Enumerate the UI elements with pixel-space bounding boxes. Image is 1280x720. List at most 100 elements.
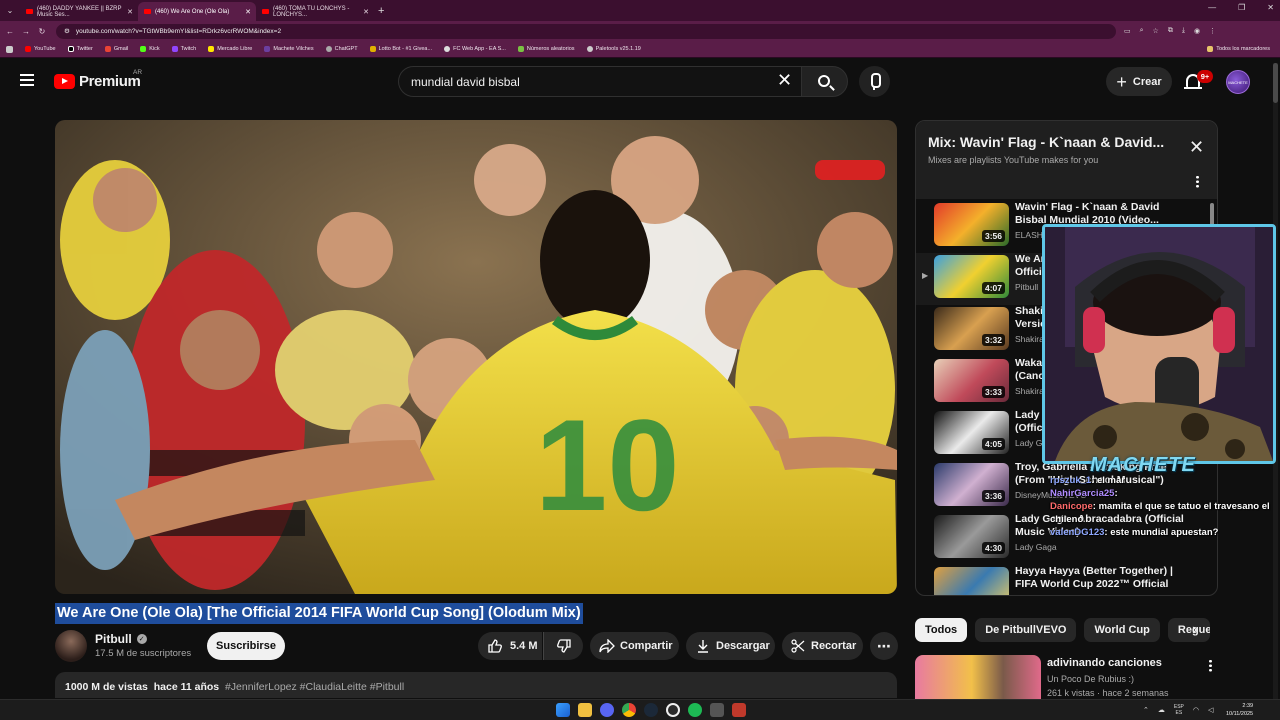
mix-subtitle: Mixes are playlists YouTube makes for yo… [928, 155, 1099, 165]
voice-search-button[interactable] [859, 66, 890, 97]
more-actions-icon[interactable]: ⋯ [870, 632, 898, 660]
recommended-video[interactable]: adivinando canciones Un Poco De Rubius :… [915, 653, 1215, 699]
bookmark-gmail[interactable]: Gmail [104, 46, 128, 52]
bookmark-machete-vilches[interactable]: Machete Vilches [264, 46, 314, 52]
network-icon[interactable]: ☁ [1158, 706, 1165, 714]
bookmark-lotto-bot[interactable]: Lotto Bot - #1 Givea... [369, 46, 432, 52]
create-button[interactable]: + Crear [1106, 67, 1172, 96]
chevron-right-icon[interactable]: › [1192, 622, 1197, 638]
channel-avatar[interactable] [55, 630, 87, 662]
spotify-icon[interactable] [688, 703, 702, 717]
browser-tab-1[interactable]: (460) DADDY YANKEE || BZRP Music Ses... ✕ [20, 2, 138, 21]
tab-search-icon[interactable]: ⌄ [0, 6, 20, 15]
subscriber-count: 17.5 M de suscriptores [95, 648, 192, 659]
steam-icon[interactable] [644, 703, 658, 717]
windows-taskbar: ⌃ ☁ ESP ES ◠ ◁ 2:39 10/11/2025 [0, 699, 1280, 720]
bookmark-twitter[interactable]: Twitter [67, 46, 93, 52]
youtube-premium-logo[interactable]: Premium AR [54, 69, 142, 90]
back-icon[interactable]: ← [4, 27, 16, 36]
more-options-icon[interactable] [1209, 659, 1212, 672]
youtube-favicon-icon [262, 9, 269, 14]
video-player[interactable]: 10 [55, 120, 897, 594]
downloads-icon[interactable]: ⤓ [1182, 27, 1185, 35]
verified-icon: ✓ [136, 634, 147, 644]
account-avatar[interactable]: MACHETE [1226, 70, 1250, 94]
xbox-icon[interactable] [666, 703, 680, 717]
youtube-logo-icon [54, 74, 75, 89]
language-indicator[interactable]: ESP ES [1174, 704, 1184, 716]
hashtags[interactable]: #JenniferLopez #ClaudiaLeitte #Pitbull [225, 681, 404, 693]
clip-button[interactable]: Recortar [782, 632, 863, 660]
system-tray: ⌃ ☁ ESP ES ◠ ◁ [1143, 704, 1213, 716]
file-explorer-icon[interactable] [578, 703, 592, 717]
wifi-icon[interactable]: ◠ [1193, 706, 1199, 714]
search-button[interactable] [801, 66, 848, 97]
url-input[interactable]: ⚙ youtube.com/watch?v=TGtWBb9emYI&list=RD… [56, 23, 1116, 39]
discord-icon[interactable] [600, 703, 614, 717]
clear-search-icon[interactable]: ✕ [777, 71, 792, 89]
chrome-icon[interactable] [622, 703, 636, 717]
close-mix-icon[interactable]: ✕ [1189, 138, 1204, 156]
zoom-icon[interactable]: ⌕ [1140, 27, 1144, 35]
bookmark-mercado-libre[interactable]: Mercado Libre [208, 46, 252, 52]
plus-icon: + [1116, 71, 1127, 92]
browser-tab-3[interactable]: (460) TOMA TU LONCHYS - LONCHYS... ✕ [256, 2, 374, 21]
close-tab-icon[interactable]: ✕ [363, 8, 369, 16]
clock[interactable]: 2:39 10/11/2025 [1226, 702, 1253, 718]
webcam-feed [1045, 227, 1273, 461]
download-button[interactable]: Descargar [686, 632, 775, 660]
app-icon[interactable] [710, 703, 724, 717]
volume-icon[interactable]: ◁ [1208, 706, 1213, 714]
notification-badge: 9+ [1197, 70, 1213, 83]
chip-world-cup[interactable]: World Cup [1084, 618, 1160, 642]
share-button[interactable]: Compartir [590, 632, 679, 660]
search-input[interactable]: mundial david bisbal [398, 66, 806, 97]
mix-header: Mix: Wavin' Flag - K`naan & David... Mix… [916, 121, 1217, 199]
description-box[interactable]: 1000 M de vistas hace 11 años #JenniferL… [55, 672, 897, 698]
chrome-menu-icon[interactable]: ⋮ [1209, 27, 1216, 35]
bookmark-youtube[interactable]: YouTube [25, 46, 56, 52]
bookmark-chatgpt[interactable]: ChatGPT [325, 46, 358, 52]
like-button[interactable]: 5.4 M [478, 632, 542, 660]
video-thumbnail: 4:30 [934, 515, 1009, 558]
thumbs-down-icon [556, 639, 571, 653]
dislike-button[interactable] [543, 632, 583, 660]
bookmark-fc-web-app[interactable]: FC Web App - EA S... [444, 46, 506, 52]
chip-pitbullvevo[interactable]: De PitbullVEVO [975, 618, 1077, 642]
bookmarks-bar: YouTube Twitter Gmail Kick Twitch Mercad… [0, 41, 1280, 58]
mix-title[interactable]: Mix: Wavin' Flag - K`naan & David... [928, 134, 1164, 150]
reload-icon[interactable]: ↻ [36, 27, 48, 36]
close-window-icon[interactable]: ✕ [1267, 3, 1274, 12]
bookmark-twitch[interactable]: Twitch [171, 46, 196, 52]
bookmark-kick[interactable]: Kick [140, 46, 160, 52]
browser-tab-strip: ⌄ (460) DADDY YANKEE || BZRP Music Ses..… [0, 0, 1280, 21]
maximize-icon[interactable]: ❐ [1238, 3, 1245, 12]
chip-all[interactable]: Todos [915, 618, 968, 642]
youtube-favicon-icon [144, 9, 151, 14]
browser-tab-2[interactable]: (460) We Are One (Ole Ola) ✕ [138, 2, 256, 21]
profile-icon[interactable]: ◉ [1194, 27, 1200, 35]
bookmark-numeros-aleatorios[interactable]: Números aleatorios [517, 46, 575, 52]
channel-name[interactable]: Pitbull ✓ [95, 632, 147, 646]
mix-more-options-icon[interactable] [1196, 175, 1199, 188]
minimize-icon[interactable]: — [1208, 3, 1216, 12]
subscribe-button[interactable]: Suscribirse [207, 632, 285, 660]
forward-icon[interactable]: → [20, 27, 32, 36]
close-tab-icon[interactable]: ✕ [245, 8, 251, 16]
app-icon-red[interactable] [732, 703, 746, 717]
bookmark-star-icon[interactable]: ☆ [1153, 27, 1159, 35]
chip-regueton[interactable]: Reguetón [1167, 618, 1210, 642]
cast-icon[interactable]: ▭ [1124, 27, 1131, 35]
playlist-item[interactable]: Hayya Hayya (Better Together) | FIFA Wor… [916, 565, 1217, 595]
menu-icon[interactable] [20, 74, 34, 86]
all-bookmarks-folder[interactable]: Todos los marcadores [1207, 46, 1270, 52]
apps-icon[interactable] [6, 45, 13, 53]
start-icon[interactable] [556, 703, 570, 717]
extensions-icon[interactable]: ⧉ [1168, 27, 1173, 35]
close-tab-icon[interactable]: ✕ [127, 8, 133, 16]
tray-chevron-icon[interactable]: ⌃ [1143, 706, 1149, 714]
site-info-icon[interactable]: ⚙ [64, 27, 70, 35]
chat-message: rpszuk_1: el mar [1050, 475, 1125, 486]
bookmark-paletools[interactable]: Paletools v25.1.19 [586, 46, 641, 52]
new-tab-icon[interactable]: + [378, 5, 384, 17]
